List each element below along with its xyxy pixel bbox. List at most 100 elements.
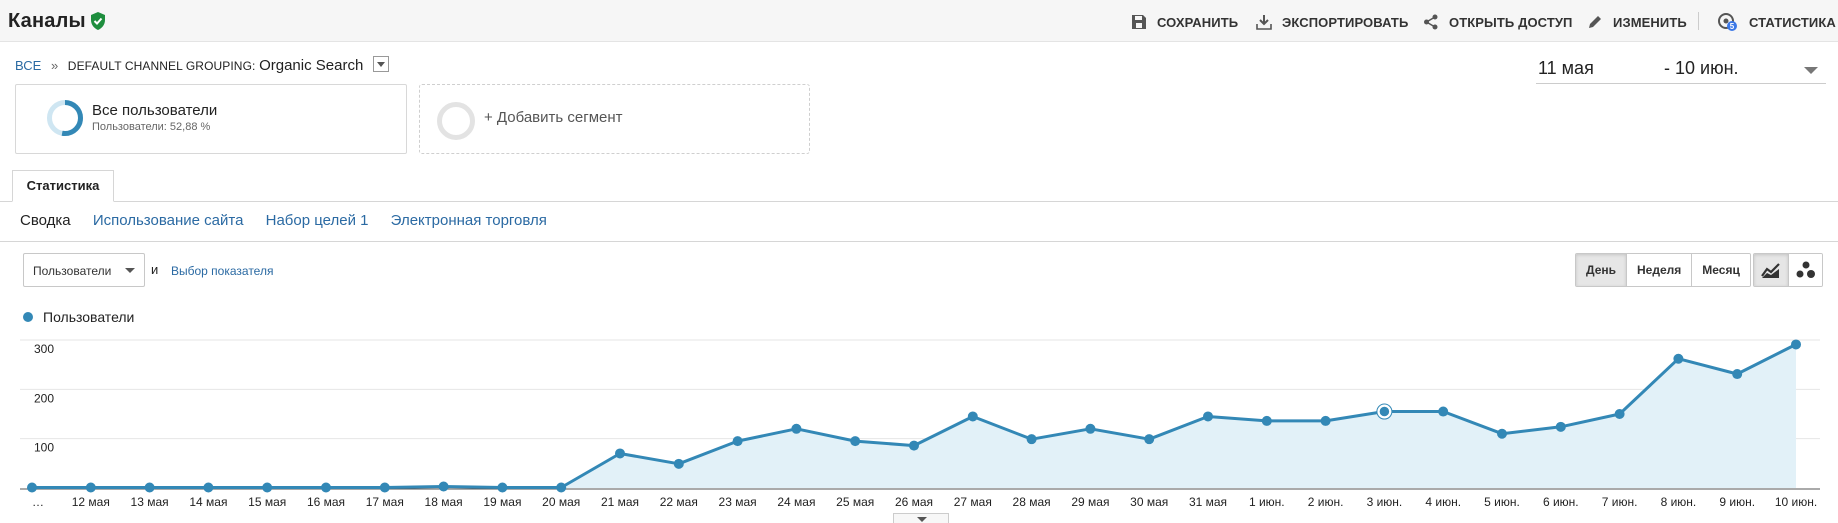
data-point[interactable] [673, 458, 684, 469]
toolbar-divider [1698, 12, 1699, 30]
save-button[interactable]: СОХРАНИТЬ [1131, 12, 1238, 32]
subtab-divider [0, 241, 1838, 242]
subtabs: Сводка Использование сайта Набор целей 1… [20, 212, 565, 229]
breadcrumb-all-link[interactable]: ВСЕ [15, 58, 41, 73]
x-tick-label: 25 мая [836, 495, 874, 509]
x-tick-label: 15 мая [248, 495, 286, 509]
chevron-down-icon [1804, 67, 1818, 74]
data-point[interactable] [1555, 421, 1566, 432]
export-button[interactable]: ЭКСПОРТИРОВАТЬ [1256, 12, 1408, 32]
x-tick-label: 12 мая [72, 495, 110, 509]
legend-dot [23, 312, 33, 322]
data-point[interactable] [27, 482, 37, 493]
data-point[interactable] [1732, 369, 1743, 380]
data-point[interactable] [497, 482, 508, 493]
tab-statistics[interactable]: Статистика [12, 170, 114, 202]
add-segment-label: + Добавить сегмент [484, 109, 623, 126]
data-point[interactable] [144, 482, 155, 493]
x-tick-label: 23 мая [719, 495, 757, 509]
and-label: и [151, 262, 159, 277]
series-area [32, 344, 1796, 488]
x-tick-label: 28 мая [1013, 495, 1051, 509]
x-tick-label: 6 июн. [1543, 495, 1579, 509]
x-tick-label: 13 мая [131, 495, 169, 509]
data-point[interactable] [1085, 423, 1096, 434]
data-point-highlighted[interactable] [1377, 404, 1392, 419]
line-chart: 100 200 300 … 12 мая 13 мая 14 мая 15 мая 16 ма… [20, 339, 1820, 509]
data-point[interactable] [1261, 415, 1272, 426]
data-point[interactable] [1203, 411, 1213, 422]
chevron-down-icon [125, 268, 135, 273]
data-point[interactable] [438, 481, 449, 492]
y-tick-label: 200 [34, 391, 54, 405]
y-tick-label: 100 [34, 441, 54, 455]
edit-label: ИЗМЕНИТЬ [1613, 14, 1687, 30]
legend-label: Пользователи [43, 309, 135, 325]
data-point[interactable] [262, 482, 273, 493]
line-chart-view-button[interactable] [1754, 254, 1788, 286]
x-tick-label: … [32, 495, 44, 509]
data-point[interactable] [1791, 339, 1801, 350]
segment-title: Все пользователи [92, 102, 218, 119]
y-axis-ticks: 100 200 300 [34, 342, 54, 455]
segment-subtitle: Пользователи: 52,88 % [92, 121, 211, 133]
breadcrumb-value: Organic Search [259, 57, 364, 74]
data-point[interactable] [791, 423, 802, 434]
period-day-button[interactable]: День [1576, 254, 1626, 286]
data-point[interactable] [967, 411, 978, 422]
metric-select-value: Пользователи [33, 264, 112, 278]
x-tick-label: 3 июн. [1367, 495, 1403, 509]
empty-segment-ring-icon [437, 102, 475, 140]
data-point[interactable] [1673, 353, 1684, 364]
download-icon [1256, 15, 1272, 30]
data-point[interactable] [850, 436, 861, 447]
motion-chart-view-button[interactable] [1788, 254, 1822, 286]
segment-ring-icon [47, 100, 83, 136]
edit-button[interactable]: ИЗМЕНИТЬ [1587, 12, 1687, 32]
data-point[interactable] [1614, 409, 1625, 419]
y-tick-label: 300 [34, 342, 54, 356]
subtab-site-usage[interactable]: Использование сайта [93, 212, 244, 229]
page-title: Каналы [8, 10, 86, 32]
breadcrumb-separator: » [50, 58, 59, 73]
data-point[interactable] [1497, 428, 1507, 439]
add-segment-button[interactable]: + Добавить сегмент [419, 84, 810, 154]
data-point[interactable] [1026, 434, 1037, 445]
subtab-ecommerce[interactable]: Электронная торговля [391, 212, 547, 229]
chart-view-toggle [1753, 253, 1823, 287]
date-start: 11 мая [1538, 58, 1594, 78]
choose-metric-link[interactable]: Выбор показателя [171, 264, 273, 278]
data-point[interactable] [909, 440, 919, 451]
insights-button[interactable]: 5 СТАТИСТИКА [1717, 12, 1836, 32]
chart-collapse-toggle[interactable] [893, 513, 949, 523]
subtab-goal-set-1[interactable]: Набор целей 1 [266, 212, 369, 229]
share-button[interactable]: ОТКРЫТЬ ДОСТУП [1423, 12, 1573, 32]
x-tick-label: 10 июн. [1775, 495, 1817, 509]
x-tick-label: 9 июн. [1719, 495, 1755, 509]
data-point[interactable] [321, 482, 331, 493]
subtab-summary[interactable]: Сводка [20, 212, 71, 229]
insights-badge: 5 [1730, 22, 1735, 31]
data-point[interactable] [379, 482, 390, 493]
data-point[interactable] [1144, 434, 1155, 445]
x-tick-label: 14 мая [189, 495, 227, 509]
metric-select[interactable]: Пользователи [23, 253, 145, 287]
period-week-button[interactable]: Неделя [1626, 254, 1692, 286]
x-tick-label: 22 мая [660, 495, 698, 509]
data-point[interactable] [1438, 406, 1449, 417]
data-point[interactable] [556, 482, 567, 493]
period-month-button[interactable]: Месяц [1691, 254, 1750, 286]
x-tick-label: 1 июн. [1249, 495, 1285, 509]
data-point[interactable] [1320, 415, 1331, 426]
data-point[interactable] [732, 436, 743, 447]
data-point[interactable] [85, 482, 96, 493]
date-range-picker[interactable]: 11 мая - 10 июн. [1536, 54, 1826, 84]
segment-card-all-users[interactable]: Все пользователи Пользователи: 52,88 % [15, 84, 407, 154]
bubbles-icon [1796, 261, 1815, 278]
export-label: ЭКСПОРТИРОВАТЬ [1282, 14, 1409, 30]
data-point[interactable] [203, 482, 214, 493]
period-toggle: День Неделя Месяц [1575, 253, 1751, 287]
breadcrumb: ВСЕ » DEFAULT CHANNEL GROUPING: Organic … [15, 56, 389, 74]
data-point[interactable] [615, 448, 625, 459]
breadcrumb-dropdown-button[interactable] [372, 56, 389, 72]
